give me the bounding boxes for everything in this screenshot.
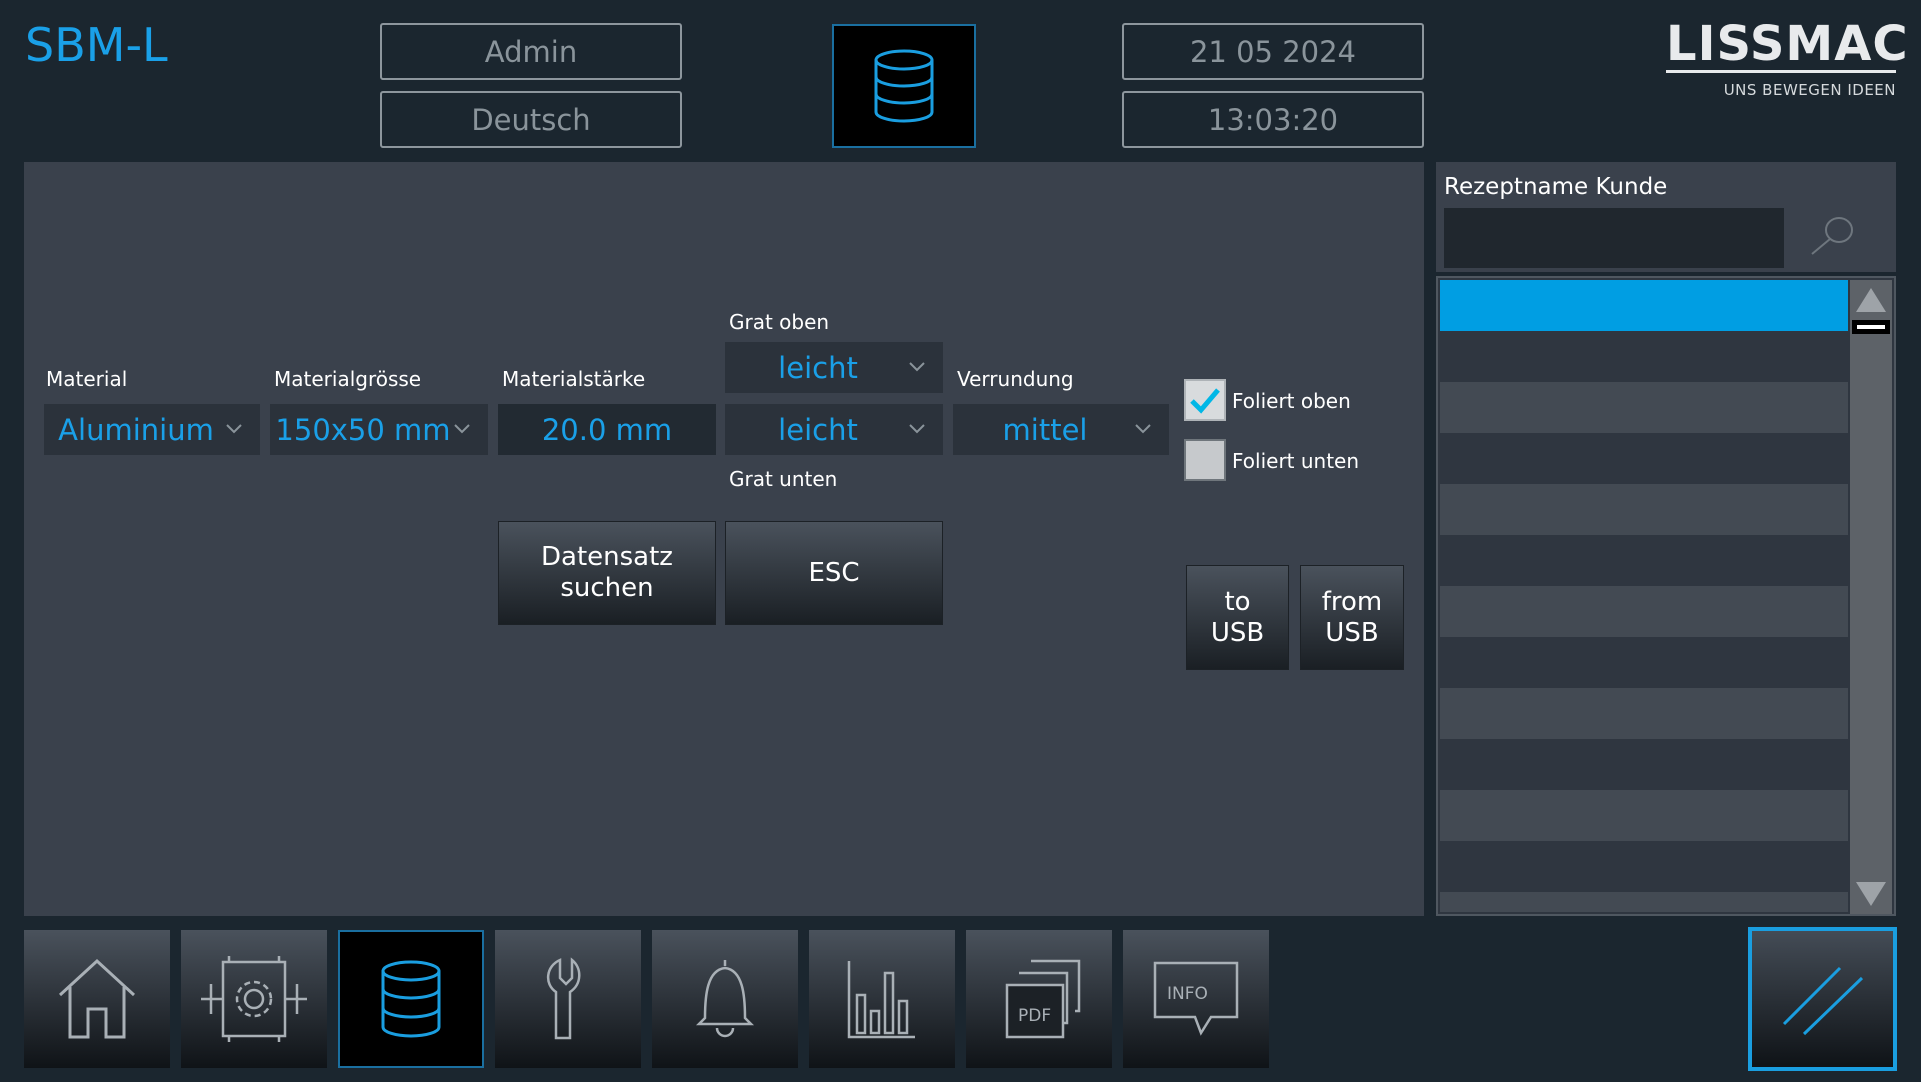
to-usb-line1: to [1224, 586, 1251, 617]
recipe-search-input[interactable] [1444, 208, 1784, 268]
nav-alarms-button[interactable] [652, 930, 798, 1068]
logo-text: LISSMAC [1666, 16, 1909, 72]
rounding-value: mittel [1002, 412, 1088, 447]
rounding-dropdown[interactable]: mittel [953, 404, 1169, 455]
material-size-dropdown[interactable]: 150x50 mm [270, 404, 488, 455]
search-icon[interactable] [1806, 214, 1858, 258]
user-field[interactable]: Admin [380, 23, 682, 80]
checkmark-icon [1190, 388, 1220, 414]
material-size-label: Materialgrösse [274, 367, 422, 391]
burr-top-dropdown[interactable]: leicht [725, 342, 943, 393]
from-usb-button[interactable]: from USB [1300, 565, 1404, 670]
list-item[interactable] [1440, 535, 1848, 586]
scroll-thumb[interactable] [1852, 320, 1890, 334]
material-dropdown[interactable]: Aluminium [44, 404, 260, 455]
material-label: Material [46, 367, 128, 391]
list-item[interactable] [1440, 382, 1848, 433]
esc-button[interactable]: ESC [725, 521, 943, 625]
chevron-down-icon [454, 424, 470, 434]
recipe-search-header: Rezeptname Kunde [1436, 162, 1896, 272]
machine-settings-icon [201, 956, 307, 1042]
nav-database-button[interactable] [338, 930, 484, 1068]
chevron-down-icon [909, 362, 925, 372]
logo-subtitle: UNS BEWEGEN IDEEN [1723, 81, 1896, 99]
foil-bottom-label: Foliert unten [1232, 449, 1360, 473]
chevron-down-icon [226, 424, 242, 434]
search-record-line2: suchen [560, 573, 654, 603]
list-item-selected[interactable] [1440, 280, 1848, 331]
from-usb-line2: USB [1325, 617, 1379, 648]
pdf-documents-icon: PDF [1005, 959, 1081, 1039]
recipe-name-label: Rezeptname Kunde [1444, 174, 1668, 200]
material-size-value: 150x50 mm [275, 412, 451, 447]
info-icon: INFO [1153, 961, 1239, 1036]
list-item[interactable] [1440, 790, 1848, 841]
list-item[interactable] [1440, 892, 1848, 912]
burr-bottom-value: leicht [778, 412, 858, 447]
material-thickness-input[interactable]: 20.0 mm [498, 404, 716, 455]
foil-top-label: Foliert oben [1232, 389, 1351, 413]
list-item[interactable] [1440, 637, 1848, 688]
search-record-line1: Datensatz [541, 542, 673, 572]
app-title: SBM-L [25, 18, 168, 72]
nav-home-button[interactable] [24, 930, 170, 1068]
chevron-down-icon [1135, 424, 1151, 434]
time-field: 13:03:20 [1122, 91, 1424, 148]
rounding-label: Verrundung [957, 367, 1074, 391]
edit-slash-icon [1782, 966, 1863, 1036]
burr-top-label: Grat oben [729, 310, 830, 334]
list-item[interactable] [1440, 739, 1848, 790]
search-record-button[interactable]: Datensatz suchen [498, 521, 716, 625]
bar-chart-icon [847, 961, 915, 1039]
database-icon [381, 960, 441, 1038]
recipe-list[interactable] [1436, 276, 1896, 916]
list-item[interactable] [1440, 841, 1848, 892]
nav-statistics-button[interactable] [809, 930, 955, 1068]
language-field[interactable]: Deutsch [380, 91, 682, 148]
from-usb-line1: from [1321, 586, 1383, 617]
material-thickness-value: 20.0 mm [541, 412, 673, 447]
material-value: Aluminium [58, 412, 214, 447]
list-item[interactable] [1440, 484, 1848, 535]
pdf-label: PDF [1018, 1006, 1051, 1026]
lissmac-logo: LISSMAC UNS BEWEGEN IDEEN [1666, 16, 1909, 99]
scroll-thumb-grip [1857, 325, 1885, 329]
to-usb-line2: USB [1210, 617, 1265, 648]
scroll-down-arrow-icon[interactable] [1854, 878, 1888, 910]
list-item[interactable] [1440, 586, 1848, 637]
scroll-up-arrow-icon[interactable] [1854, 284, 1888, 316]
burr-bottom-dropdown[interactable]: leicht [725, 404, 943, 455]
burr-top-value: leicht [778, 350, 858, 385]
list-item[interactable] [1440, 688, 1848, 739]
search-record-label: Datensatz suchen [541, 542, 673, 604]
nav-machine-settings-button[interactable] [181, 930, 327, 1068]
nav-service-button[interactable] [495, 930, 641, 1068]
nav-documents-button[interactable]: PDF [966, 930, 1112, 1068]
foil-bottom-checkbox[interactable] [1184, 439, 1226, 481]
recipe-list-panel: Rezeptname Kunde [1436, 162, 1896, 916]
scrollbar[interactable] [1850, 280, 1892, 914]
list-item[interactable] [1440, 433, 1848, 484]
from-usb-label: from USB [1322, 587, 1383, 649]
list-item[interactable] [1440, 331, 1848, 382]
date-field: 21 05 2024 [1122, 23, 1424, 80]
edit-mode-button[interactable] [1748, 927, 1897, 1071]
database-button-header[interactable] [832, 24, 976, 148]
burr-bottom-label: Grat unten [729, 467, 838, 491]
bell-icon [695, 960, 755, 1038]
to-usb-button[interactable]: to USB [1186, 565, 1289, 670]
material-thickness-label: Materialstärke [502, 367, 646, 391]
home-icon [58, 958, 136, 1039]
database-icon [874, 49, 934, 123]
wrench-icon [547, 957, 581, 1040]
recipe-form-panel: Material Materialgrösse Materialstärke G… [24, 162, 1424, 916]
foil-top-checkbox[interactable] [1184, 379, 1226, 421]
info-label: INFO [1167, 984, 1208, 1004]
to-usb-label: to USB [1211, 587, 1264, 649]
chevron-down-icon [909, 424, 925, 434]
nav-info-button[interactable]: INFO [1123, 930, 1269, 1068]
